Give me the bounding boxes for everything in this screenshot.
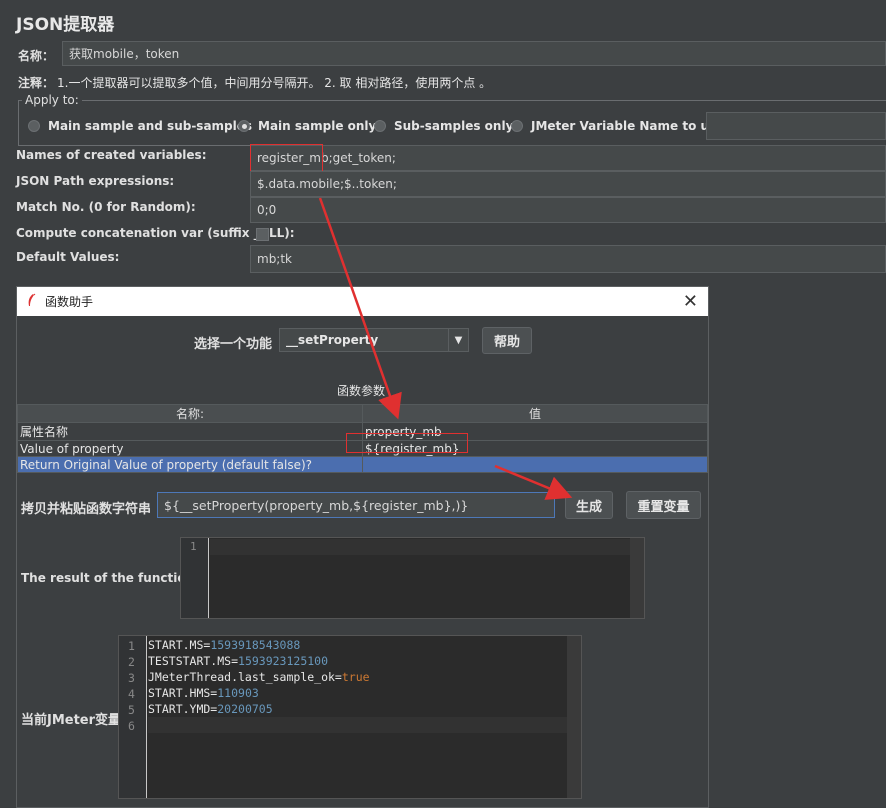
annotation-arrows (318, 197, 573, 500)
annotation-arrow-right (494, 464, 573, 500)
annotation-arrow-down (318, 197, 402, 420)
